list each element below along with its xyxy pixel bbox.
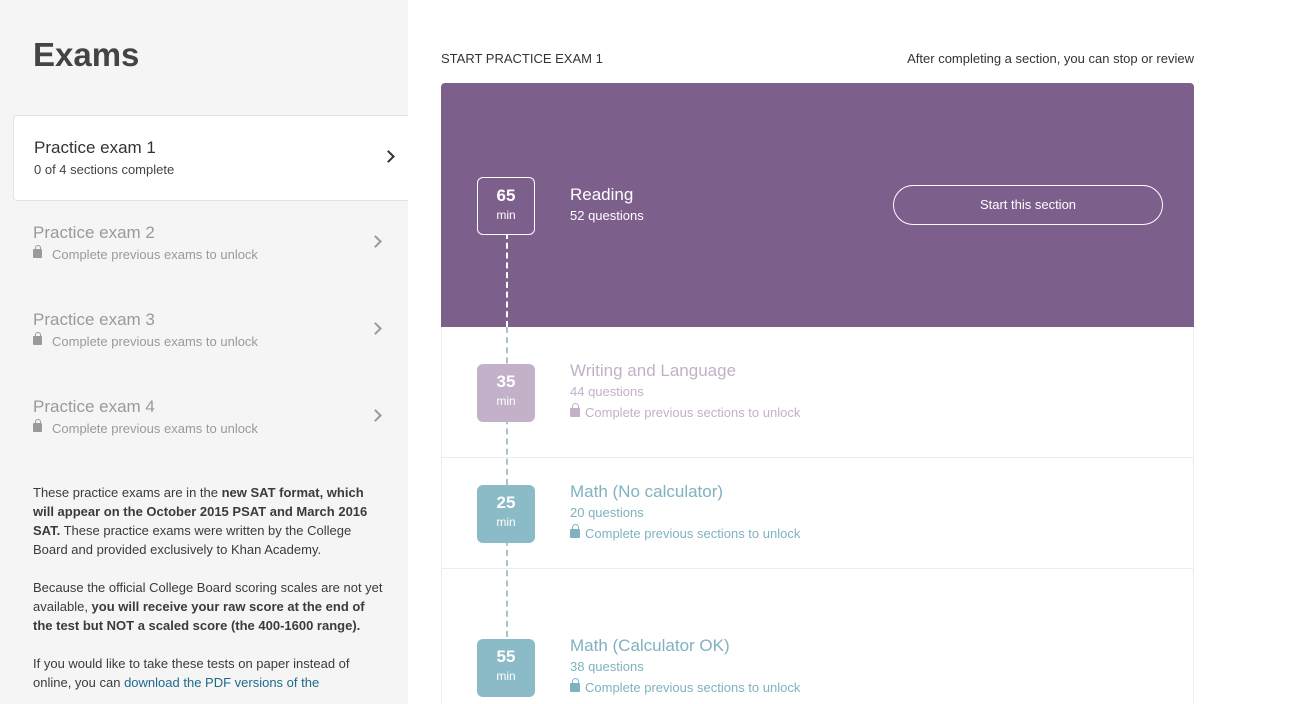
lock-message: Complete previous sections to unlock <box>585 526 801 541</box>
exam-item-4[interactable]: Practice exam 4 Complete previous exams … <box>13 375 408 461</box>
info-paragraph-3: If you would like to take these tests on… <box>33 654 383 692</box>
time-unit: min <box>496 515 516 529</box>
section-math-calc <box>441 569 1194 704</box>
exam-status: Complete previous exams to unlock <box>52 421 258 436</box>
lock-icon <box>570 678 580 692</box>
exam-status: Complete previous exams to unlock <box>52 334 258 349</box>
section-name: Math (Calculator OK) <box>570 636 730 655</box>
lock-icon <box>33 419 42 432</box>
time-badge: 35 min <box>477 364 535 422</box>
start-section-button[interactable]: Start this section <box>893 185 1163 225</box>
time-badge: 55 min <box>477 639 535 697</box>
header-hint: After completing a section, you can stop… <box>907 51 1194 66</box>
exams-sidebar: Exams Practice exam 1 0 of 4 sections co… <box>0 0 408 704</box>
section-info: Math (Calculator OK) 38 questions Comple… <box>570 636 800 697</box>
section-writing <box>441 327 1194 458</box>
exam-status-row: Complete previous exams to unlock <box>33 332 393 350</box>
lock-icon <box>570 524 580 538</box>
exam-status-row: Complete previous exams to unlock <box>33 419 393 437</box>
lock-message-row: Complete previous sections to unlock <box>570 524 801 543</box>
question-count: 38 questions <box>570 659 644 674</box>
time-minutes: 25 <box>496 493 516 512</box>
pdf-download-link[interactable]: download the PDF versions of the <box>124 675 319 690</box>
section-info: Math (No calculator) 20 questions Comple… <box>570 482 800 543</box>
time-badge: 25 min <box>477 485 535 543</box>
info-text: These practice exams were written by the… <box>33 523 352 557</box>
exam-status: 0 of 4 sections complete <box>34 162 175 177</box>
lock-message: Complete previous sections to unlock <box>585 680 801 695</box>
sidebar-title: Exams <box>33 36 140 73</box>
lock-icon <box>570 403 580 417</box>
section-name: Writing and Language <box>570 361 737 380</box>
section-info: Reading 52 questions <box>570 185 644 225</box>
time-minutes: 35 <box>496 372 516 391</box>
exam-name: Practice exam 4 <box>33 397 155 416</box>
section-name: Reading <box>570 185 634 204</box>
lock-icon <box>33 332 42 345</box>
lock-message: Complete previous sections to unlock <box>585 405 801 420</box>
section-name: Math (No calculator) <box>570 482 724 501</box>
time-unit: min <box>496 394 516 408</box>
exam-info: These practice exams are in the new SAT … <box>33 483 383 704</box>
lock-icon <box>33 245 42 258</box>
exam-item-3[interactable]: Practice exam 3 Complete previous exams … <box>13 288 408 374</box>
time-unit: min <box>496 208 516 222</box>
exam-item-1[interactable]: Practice exam 1 0 of 4 sections complete <box>13 115 408 201</box>
exam-item-2[interactable]: Practice exam 2 Complete previous exams … <box>13 201 408 287</box>
info-text: These practice exams are in the <box>33 485 222 500</box>
question-count: 52 questions <box>570 208 644 223</box>
exam-name: Practice exam 2 <box>33 223 155 242</box>
info-paragraph-1: These practice exams are in the new SAT … <box>33 483 383 559</box>
question-count: 20 questions <box>570 505 644 520</box>
header-title: START PRACTICE EXAM 1 <box>441 51 603 66</box>
time-minutes: 55 <box>496 647 516 666</box>
exam-status-row: Complete previous exams to unlock <box>33 245 393 263</box>
question-count: 44 questions <box>570 384 644 399</box>
sections-card: 65 min Reading 52 questions Start this s… <box>441 83 1194 704</box>
time-minutes: 65 <box>496 186 516 205</box>
lock-message-row: Complete previous sections to unlock <box>570 678 801 697</box>
exam-name: Practice exam 3 <box>33 310 155 329</box>
info-paragraph-2: Because the official College Board scori… <box>33 578 383 635</box>
timeline-connector <box>506 233 508 327</box>
section-math-no-calc <box>441 458 1194 569</box>
lock-message-row: Complete previous sections to unlock <box>570 403 801 422</box>
exam-name: Practice exam 1 <box>34 138 156 157</box>
section-info: Writing and Language 44 questions Comple… <box>570 361 800 422</box>
time-unit: min <box>496 669 516 683</box>
exam-status: Complete previous exams to unlock <box>52 247 258 262</box>
time-badge: 65 min <box>477 177 535 235</box>
